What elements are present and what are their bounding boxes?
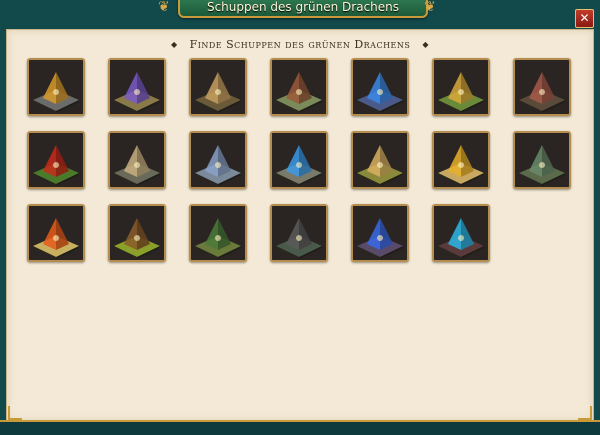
- location-tile[interactable]: [27, 58, 85, 116]
- blue-crystal-icon: [353, 60, 407, 114]
- horned-fortress-icon: [110, 60, 164, 114]
- wooden-hut-icon: [110, 206, 164, 260]
- location-tile[interactable]: [27, 131, 85, 189]
- location-tile[interactable]: [108, 204, 166, 262]
- location-tile[interactable]: [108, 58, 166, 116]
- section-heading: ◆ Finde Schuppen des grünen Drachens ◆: [7, 38, 593, 51]
- corner-ornament-icon: [8, 406, 22, 420]
- desert-house-icon: [353, 133, 407, 187]
- heading-text: Finde Schuppen des grünen Drachens: [189, 38, 411, 51]
- location-tile[interactable]: [513, 58, 571, 116]
- location-tile[interactable]: [270, 58, 328, 116]
- blue-dragon-nest-icon: [353, 206, 407, 260]
- bullet-right-icon: ◆: [422, 40, 430, 49]
- title-ornament-left-icon: ❦: [158, 0, 170, 15]
- location-tile[interactable]: [513, 131, 571, 189]
- dark-castle-icon: [272, 206, 326, 260]
- location-tile[interactable]: [351, 204, 409, 262]
- red-tree-icon: [29, 133, 83, 187]
- location-tile[interactable]: [351, 131, 409, 189]
- parchment-panel: ◆ Finde Schuppen des grünen Drachens ◆: [6, 29, 594, 422]
- tree-cave-icon: [434, 60, 488, 114]
- location-tile[interactable]: [108, 131, 166, 189]
- location-tile[interactable]: [189, 58, 247, 116]
- corner-ornament-icon: [578, 406, 592, 420]
- step-pyramid-icon: [110, 133, 164, 187]
- dialog-window: ❦ Schuppen des grünen Drachens ❦ ✕ ◆ Fin…: [0, 0, 600, 435]
- dragon-skull-lair-icon: [515, 60, 569, 114]
- lava-mountain-icon: [29, 60, 83, 114]
- ruined-village-icon: [272, 60, 326, 114]
- location-tile[interactable]: [270, 204, 328, 262]
- mountain-temple-icon: [191, 133, 245, 187]
- title-banner: Schuppen des grünen Drachens: [178, 0, 428, 18]
- location-tile[interactable]: [432, 58, 490, 116]
- location-tile[interactable]: [189, 204, 247, 262]
- title-ornament-right-icon: ❦: [424, 0, 436, 15]
- cathedral-icon: [191, 60, 245, 114]
- dialog-title: Schuppen des grünen Drachens: [206, 0, 400, 14]
- location-tile[interactable]: [270, 131, 328, 189]
- location-tile[interactable]: [27, 204, 85, 262]
- location-tile[interactable]: [432, 204, 490, 262]
- close-button[interactable]: ✕: [575, 9, 594, 28]
- location-tile[interactable]: [351, 58, 409, 116]
- bullet-left-icon: ◆: [170, 40, 178, 49]
- location-tile[interactable]: [432, 131, 490, 189]
- stone-circle-icon: [515, 133, 569, 187]
- demon-altar-icon: [434, 206, 488, 260]
- fire-portal-icon: [29, 206, 83, 260]
- golden-pyramid-icon: [434, 133, 488, 187]
- overgrown-ruin-icon: [191, 206, 245, 260]
- location-tile[interactable]: [189, 131, 247, 189]
- cliff-gate-icon: [272, 133, 326, 187]
